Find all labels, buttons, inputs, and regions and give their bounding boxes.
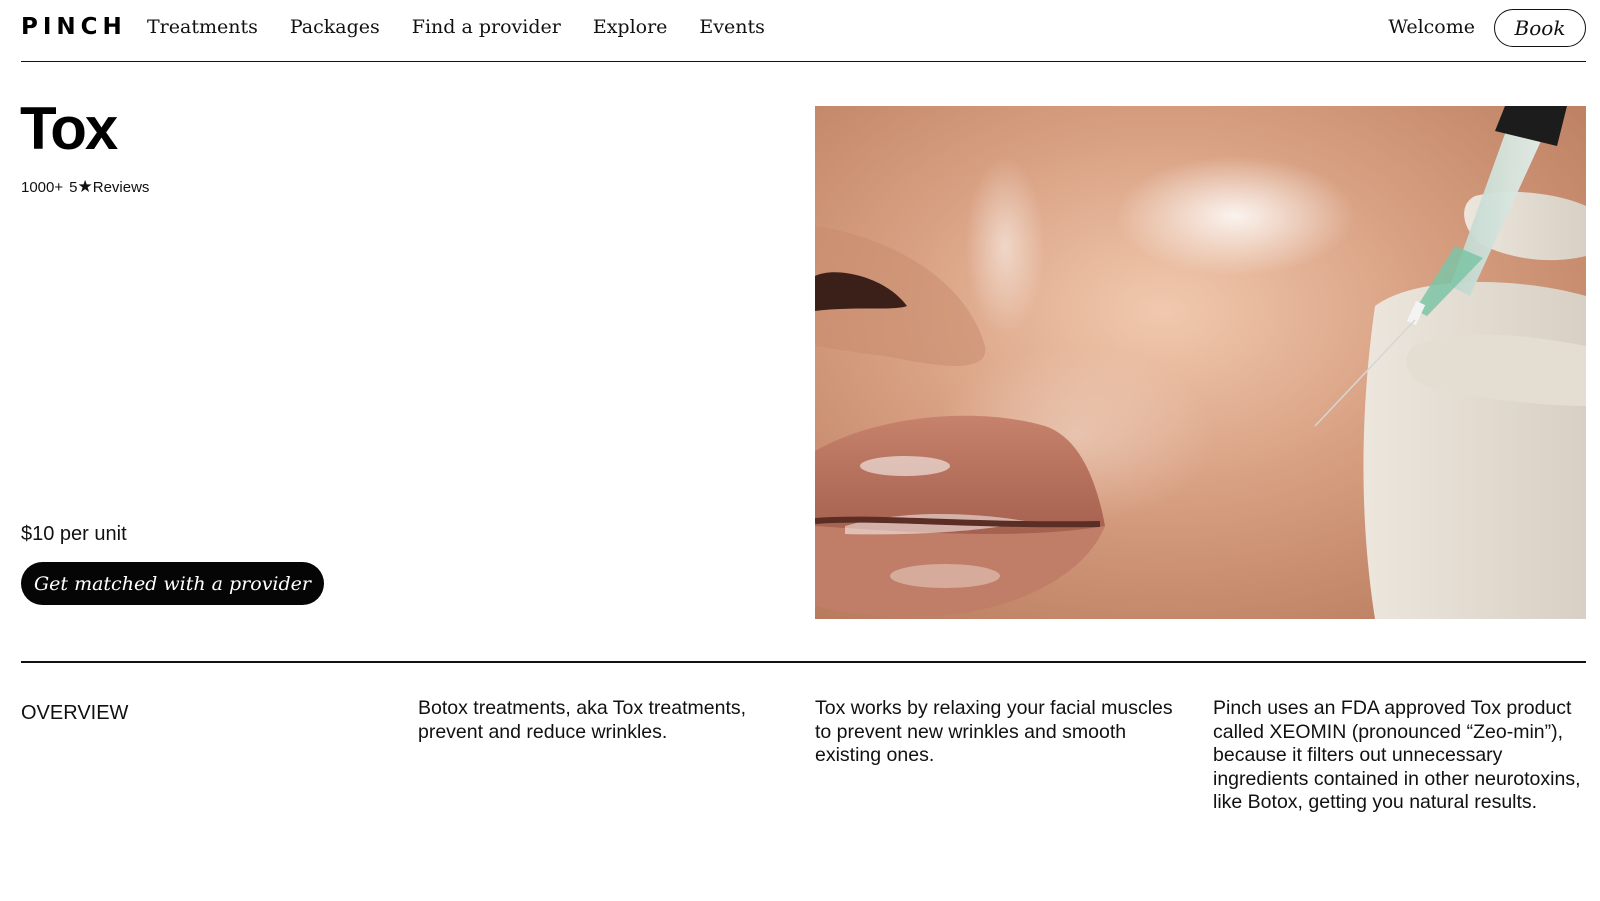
nav-item-treatments[interactable]: Treatments [147,16,258,38]
star-icon: ★ [77,177,93,196]
nav-item-find-a-provider[interactable]: Find a provider [412,16,561,38]
nav-item-explore[interactable]: Explore [593,16,668,38]
nav-item-packages[interactable]: Packages [290,16,380,38]
top-navigation: PINCH Treatments Packages Find a provide… [21,0,1586,62]
page-title: Tox [20,95,118,162]
rating-value: 5 [69,178,78,196]
overview-column-1: Botox treatments, aka Tox treatments, pr… [418,697,747,743]
hero-image [815,106,1586,619]
pinch-logo[interactable]: PINCH [21,14,127,40]
overview-heading: OVERVIEW [21,702,129,724]
main-nav: Treatments Packages Find a provider Expl… [147,16,765,38]
reviews-summary[interactable]: 1000+ 5 ★ Reviews [21,177,149,197]
overview-column-2: Tox works by relaxing your facial muscle… [815,697,1173,766]
hero-photo [815,106,1586,619]
section-divider [21,661,1586,663]
review-count: 1000+ [21,178,64,196]
nav-item-events[interactable]: Events [699,16,764,38]
overview-column-3: Pinch uses an FDA approved Tox product c… [1213,697,1581,813]
get-matched-button[interactable]: Get matched with a provider [21,562,324,605]
reviews-label: Reviews [92,178,150,196]
welcome-link[interactable]: Welcome [1388,16,1475,38]
price-label: $10 per unit [21,523,127,545]
book-button[interactable]: Book [1494,9,1586,47]
